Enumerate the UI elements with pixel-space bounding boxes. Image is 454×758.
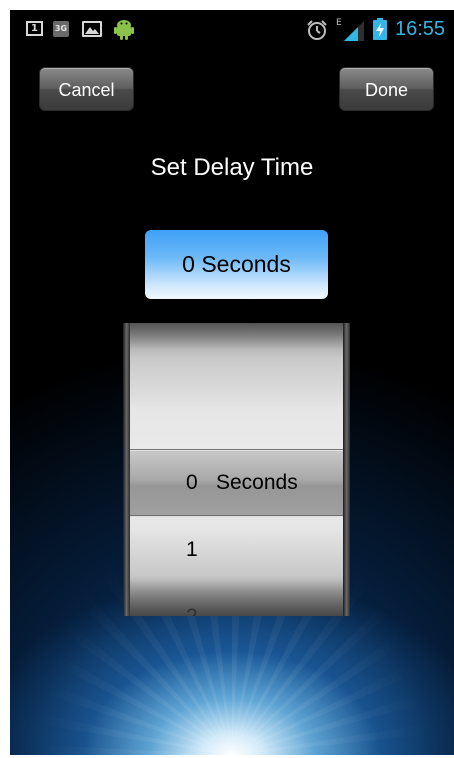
status-clock: 16:55 bbox=[395, 18, 446, 40]
signal-icon: E bbox=[336, 18, 364, 41]
picker-left-rail bbox=[123, 323, 130, 616]
picker-item-selected[interactable]: 0 Seconds bbox=[130, 450, 343, 516]
android-icon bbox=[114, 20, 134, 40]
network-type-label: E bbox=[336, 18, 342, 28]
picker-item-number: 1 bbox=[186, 538, 198, 561]
picker-top-shade bbox=[130, 323, 343, 349]
picker-right-rail bbox=[343, 323, 350, 616]
picker-item-unit: Seconds bbox=[216, 471, 298, 494]
picture-icon bbox=[82, 21, 102, 37]
3g-data-icon: 3G bbox=[53, 21, 69, 37]
status-bar: 1 3G E 16:55 bbox=[10, 10, 454, 48]
picker-item[interactable]: 1 bbox=[130, 517, 343, 583]
current-value-display: 0 Seconds bbox=[145, 230, 328, 299]
sim-notification-icon: 1 bbox=[26, 21, 43, 36]
delay-time-picker[interactable]: 0 Seconds 1 2 bbox=[123, 323, 350, 616]
picker-bottom-shade bbox=[130, 576, 343, 616]
alarm-icon bbox=[307, 20, 327, 40]
screen: 1 3G E 16:55 Cancel Done Set Delay Time … bbox=[10, 10, 454, 755]
cancel-button[interactable]: Cancel bbox=[39, 67, 134, 111]
battery-charging-icon bbox=[373, 18, 387, 40]
done-button[interactable]: Done bbox=[339, 67, 434, 111]
picker-item-number: 0 bbox=[186, 471, 198, 494]
dialog-title: Set Delay Time bbox=[150, 154, 314, 181]
